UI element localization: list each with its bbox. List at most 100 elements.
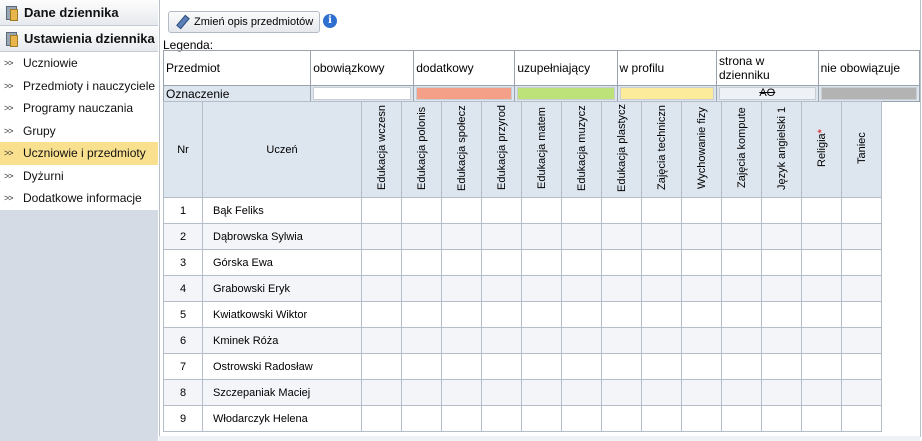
subject-cell[interactable]: [761, 197, 802, 224]
subject-cell[interactable]: [761, 353, 802, 380]
subject-cell[interactable]: [801, 353, 842, 380]
subject-cell[interactable]: [721, 327, 762, 354]
subject-cell[interactable]: [481, 379, 522, 406]
subject-cell[interactable]: [481, 405, 522, 432]
subject-cell[interactable]: [361, 405, 402, 432]
subject-cell[interactable]: [401, 405, 442, 432]
info-icon[interactable]: i: [323, 14, 337, 28]
subject-cell[interactable]: [601, 327, 642, 354]
subject-cell[interactable]: [641, 379, 682, 406]
subject-cell[interactable]: [361, 197, 402, 224]
subject-cell[interactable]: [761, 301, 802, 328]
subject-cell[interactable]: [801, 197, 842, 224]
subject-cell[interactable]: [561, 327, 602, 354]
subject-cell[interactable]: [441, 327, 482, 354]
subject-cell[interactable]: [521, 275, 562, 302]
subject-cell[interactable]: [681, 223, 722, 250]
subject-cell[interactable]: [721, 275, 762, 302]
subject-cell[interactable]: [681, 249, 722, 276]
subject-cell[interactable]: [841, 249, 882, 276]
subject-cell[interactable]: [561, 197, 602, 224]
subject-cell[interactable]: [681, 379, 722, 406]
subject-cell[interactable]: [441, 223, 482, 250]
subject-cell[interactable]: [561, 379, 602, 406]
subject-cell[interactable]: [721, 249, 762, 276]
subject-cell[interactable]: [801, 249, 842, 276]
subject-cell[interactable]: [761, 223, 802, 250]
subject-cell[interactable]: [841, 301, 882, 328]
subject-cell[interactable]: [721, 197, 762, 224]
subject-cell[interactable]: [361, 275, 402, 302]
sidebar-item[interactable]: >> Dyżurni: [0, 165, 158, 188]
subject-cell[interactable]: [841, 379, 882, 406]
subject-cell[interactable]: [401, 275, 442, 302]
subject-cell[interactable]: [681, 275, 722, 302]
subject-cell[interactable]: [401, 197, 442, 224]
subject-cell[interactable]: [641, 249, 682, 276]
subject-cell[interactable]: [761, 275, 802, 302]
subject-cell[interactable]: [601, 301, 642, 328]
subject-cell[interactable]: [841, 275, 882, 302]
subject-cell[interactable]: [521, 379, 562, 406]
subject-cell[interactable]: [801, 327, 842, 354]
subject-cell[interactable]: [681, 405, 722, 432]
subject-cell[interactable]: [401, 301, 442, 328]
subject-cell[interactable]: [441, 197, 482, 224]
subject-cell[interactable]: [481, 353, 522, 380]
subject-cell[interactable]: [641, 275, 682, 302]
subject-cell[interactable]: [441, 379, 482, 406]
subject-cell[interactable]: [721, 353, 762, 380]
subject-cell[interactable]: [601, 275, 642, 302]
subject-cell[interactable]: [801, 379, 842, 406]
subject-cell[interactable]: [641, 223, 682, 250]
subject-cell[interactable]: [641, 197, 682, 224]
subject-cell[interactable]: [801, 301, 842, 328]
edit-subjects-button[interactable]: Zmień opis przedmiotów: [168, 11, 321, 33]
subject-cell[interactable]: [521, 249, 562, 276]
subject-cell[interactable]: [601, 379, 642, 406]
subject-cell[interactable]: [561, 249, 602, 276]
subject-cell[interactable]: [641, 327, 682, 354]
subject-cell[interactable]: [641, 353, 682, 380]
subject-cell[interactable]: [761, 327, 802, 354]
subject-cell[interactable]: [521, 353, 562, 380]
sidebar-item[interactable]: >> Uczniowie: [0, 52, 158, 75]
subject-cell[interactable]: [841, 223, 882, 250]
subject-cell[interactable]: [361, 353, 402, 380]
subject-cell[interactable]: [481, 249, 522, 276]
subject-cell[interactable]: [481, 275, 522, 302]
sidebar-item[interactable]: >> Dodatkowe informacje: [0, 187, 158, 210]
subject-cell[interactable]: [361, 379, 402, 406]
section-dane-dziennika[interactable]: Dane dziennika: [0, 0, 158, 26]
subject-cell[interactable]: [721, 301, 762, 328]
subject-cell[interactable]: [401, 353, 442, 380]
subject-cell[interactable]: [681, 327, 722, 354]
subject-cell[interactable]: [481, 197, 522, 224]
subject-cell[interactable]: [841, 353, 882, 380]
subject-cell[interactable]: [801, 405, 842, 432]
subject-cell[interactable]: [601, 405, 642, 432]
subject-cell[interactable]: [401, 379, 442, 406]
subject-cell[interactable]: [601, 197, 642, 224]
subject-cell[interactable]: [721, 379, 762, 406]
subject-cell[interactable]: [641, 301, 682, 328]
subject-cell[interactable]: [481, 223, 522, 250]
subject-cell[interactable]: [561, 223, 602, 250]
subject-cell[interactable]: [601, 353, 642, 380]
subject-cell[interactable]: [721, 405, 762, 432]
subject-cell[interactable]: [761, 405, 802, 432]
subject-cell[interactable]: [481, 301, 522, 328]
subject-cell[interactable]: [761, 379, 802, 406]
subject-cell[interactable]: [361, 327, 402, 354]
subject-cell[interactable]: [521, 405, 562, 432]
subject-cell[interactable]: [401, 223, 442, 250]
subject-cell[interactable]: [401, 249, 442, 276]
subject-cell[interactable]: [561, 301, 602, 328]
subject-cell[interactable]: [801, 223, 842, 250]
subject-cell[interactable]: [441, 249, 482, 276]
subject-cell[interactable]: [361, 223, 402, 250]
section-ustawienia-dziennika[interactable]: Ustawienia dziennika: [0, 26, 158, 52]
subject-cell[interactable]: [561, 275, 602, 302]
subject-cell[interactable]: [681, 301, 722, 328]
bottom-scroll-area[interactable]: [159, 436, 920, 441]
